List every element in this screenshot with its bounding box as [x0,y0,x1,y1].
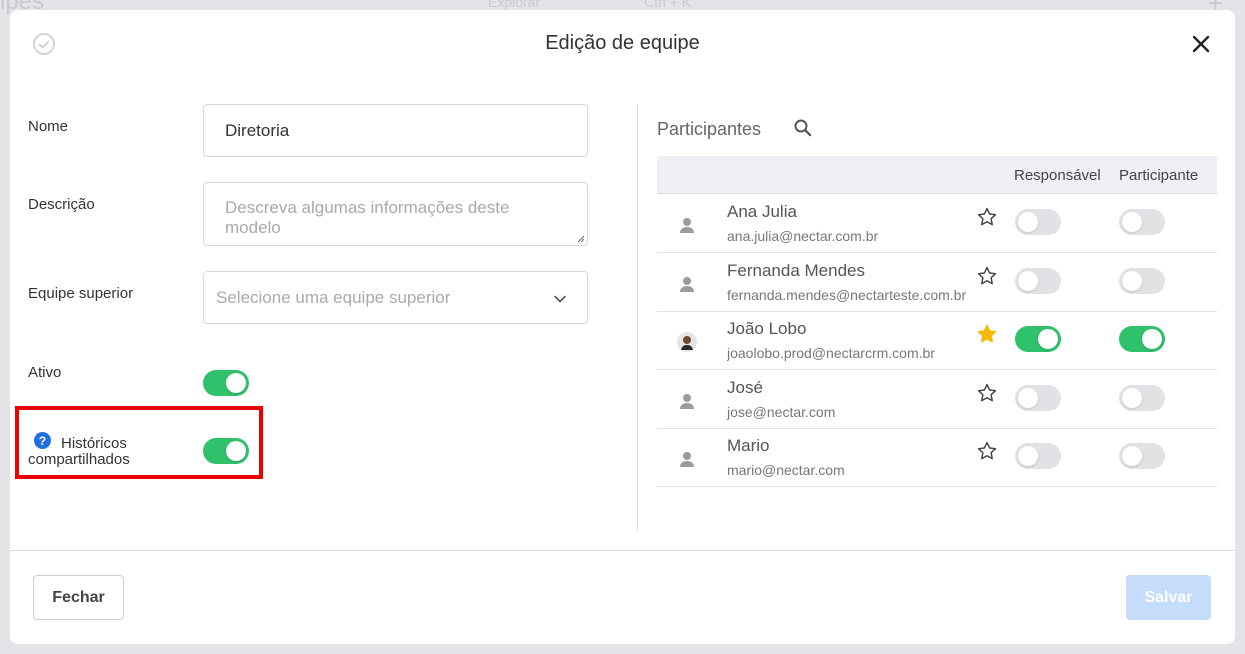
close-icon[interactable] [1189,32,1213,56]
participant-toggle[interactable] [1119,268,1165,294]
participant-email: mario@nectar.com [727,462,845,478]
name-input-value: Diretoria [225,121,290,140]
toggle-knob [1018,446,1038,466]
participant-email: joaolobo.prod@nectarcrm.com.br [727,345,935,361]
participant-row: Mario mario@nectar.com [657,428,1217,487]
close-button[interactable]: Fechar [33,575,124,620]
avatar [677,215,697,235]
star-icon[interactable] [976,206,998,228]
name-label: Nome [28,118,69,135]
parent-team-select[interactable]: Selecione uma equipe superior [203,271,588,324]
participant-name: José [727,378,763,397]
chevron-down-icon [554,295,566,303]
star-icon[interactable] [976,440,998,462]
search-icon[interactable] [793,118,813,138]
avatar [677,332,697,352]
participant-email: fernanda.mendes@nectarteste.com.br [727,287,967,303]
parent-team-label: Equipe superior [28,285,134,302]
active-toggle[interactable] [203,370,249,396]
team-edit-modal: Edição de equipe Nome Diretoria Descriçã… [10,10,1235,644]
footer-divider [10,550,1235,551]
participant-email: jose@nectar.com [727,404,836,420]
participant-name: Ana Julia [727,202,797,221]
resize-grip-icon[interactable] [577,235,585,243]
participant-toggle[interactable] [1119,326,1165,352]
participant-toggle[interactable] [1119,385,1165,411]
modal-header: Edição de equipe [10,10,1235,76]
description-label: Descrição [28,196,95,213]
toggle-knob [1018,388,1038,408]
modal-title: Edição de equipe [545,32,700,54]
description-placeholder: Descreva algumas informações deste model… [225,198,510,237]
responsible-toggle[interactable] [1015,209,1061,235]
save-button[interactable]: Salvar [1126,575,1211,620]
star-icon[interactable] [976,382,998,404]
description-textarea[interactable]: Descreva algumas informações deste model… [203,182,588,246]
responsible-toggle[interactable] [1015,385,1061,411]
toggle-knob [1142,329,1162,349]
star-icon[interactable] [976,265,998,287]
participant-row: Ana Julia ana.julia@nectar.com.br [657,194,1217,253]
responsible-column-header: Responsável [1014,167,1101,184]
responsible-toggle[interactable] [1015,443,1061,469]
participant-name: Fernanda Mendes [727,261,865,280]
responsible-toggle[interactable] [1015,326,1061,352]
avatar [677,449,697,469]
participant-row: Fernanda Mendes fernanda.mendes@nectartes… [657,253,1217,312]
participant-row: João Lobo joaolobo.prod@nectarcrm.com.br [657,311,1217,370]
avatar [677,391,697,411]
background-search-label: Explorar [488,0,541,10]
name-input[interactable]: Diretoria [203,104,588,157]
star-icon[interactable] [976,323,998,345]
parent-team-placeholder: Selecione uma equipe superior [216,288,451,307]
toggle-knob [1122,212,1142,232]
participants-title: Participantes [657,119,762,139]
participant-toggle[interactable] [1119,443,1165,469]
active-label: Ativo [28,364,62,381]
background-search-shortcut: Ctrl + K [644,0,692,10]
participant-name: João Lobo [727,319,807,338]
participant-email: ana.julia@nectar.com.br [727,228,879,244]
toggle-knob [226,373,246,393]
participant-toggle[interactable] [1119,209,1165,235]
toggle-knob [1018,212,1038,232]
participants-table-header: Responsável Participante [657,156,1217,194]
responsible-toggle[interactable] [1015,268,1061,294]
toggle-knob [1122,271,1142,291]
column-divider [637,104,638,531]
toggle-knob [1018,271,1038,291]
highlight-annotation [15,406,263,479]
participant-row: José jose@nectar.com [657,370,1217,429]
toggle-knob [1122,388,1142,408]
participant-column-header: Participante [1119,167,1199,184]
toggle-knob [1038,329,1058,349]
avatar [677,274,697,294]
toggle-knob [1122,446,1142,466]
participant-name: Mario [727,436,770,455]
